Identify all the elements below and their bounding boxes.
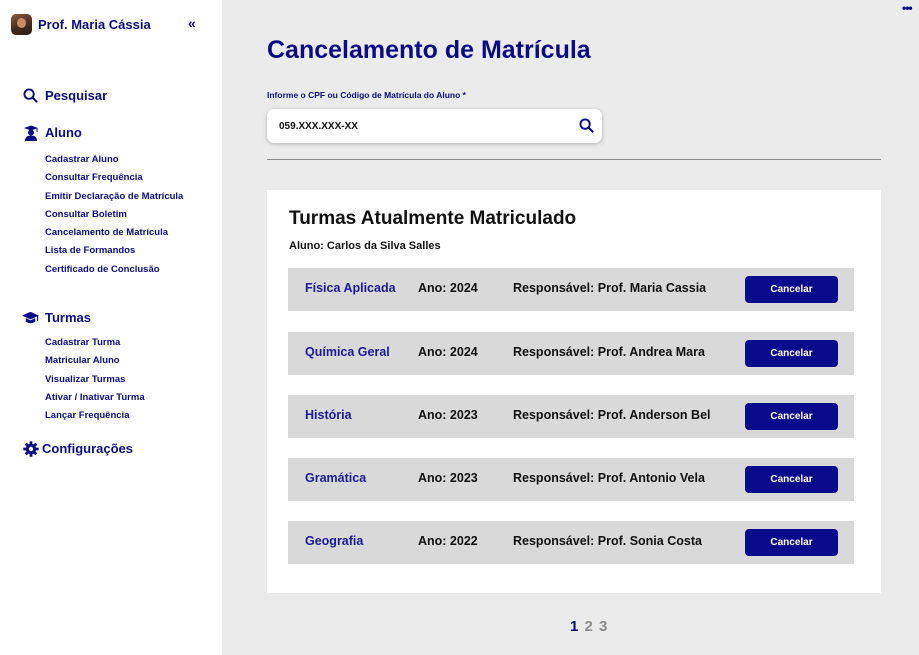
table-row: Química Geral Ano: 2024 Responsável: Pro… (288, 332, 854, 375)
year: Ano: 2023 (418, 471, 478, 485)
year: Ano: 2023 (418, 408, 478, 422)
card-title: Turmas Atualmente Matriculado (289, 208, 577, 229)
subject-name: Química Geral (305, 345, 390, 359)
responsible: Responsável: Prof. Anderson Bel (513, 408, 711, 422)
sidebar-item-turmas[interactable]: Turmas (22, 309, 91, 326)
search-input[interactable] (279, 120, 569, 132)
responsible: Responsável: Prof. Andrea Mara (513, 345, 705, 359)
search-box (267, 109, 602, 143)
submenu-consultar-boletim[interactable]: Consultar Boletim (45, 206, 183, 224)
submenu-cancelamento-matricula[interactable]: Cancelamento de Matrícula (45, 224, 183, 242)
cancel-button[interactable]: Cancelar (745, 276, 838, 303)
year: Ano: 2022 (418, 534, 478, 548)
page-2[interactable]: 2 (585, 618, 593, 635)
submenu-visualizar-turmas[interactable]: Visualizar Turmas (45, 371, 145, 389)
page-3[interactable]: 3 (599, 618, 607, 635)
sidebar-item-pesquisar[interactable]: Pesquisar (22, 87, 107, 104)
subject-name: Gramática (305, 471, 367, 485)
responsible: Responsável: Prof. Maria Cassia (513, 281, 707, 295)
sidebar: Prof. Maria Cássia « Pesquisar Aluno Cad… (0, 0, 222, 655)
submenu-certificado-conclusao[interactable]: Certificado de Conclusão (45, 261, 183, 279)
table-row: Geografia Ano: 2022 Responsável: Prof. S… (288, 521, 854, 564)
student-name: Aluno: Carlos da Silva Salles (289, 240, 441, 252)
cancel-button[interactable]: Cancelar (745, 340, 838, 367)
table-row: Gramática Ano: 2023 Responsável: Prof. A… (288, 458, 854, 501)
sidebar-item-aluno[interactable]: Aluno (22, 124, 82, 141)
submenu-consultar-frequencia[interactable]: Consultar Frequência (45, 169, 183, 187)
subject-name: Física Aplicada (305, 281, 396, 295)
page-title: Cancelamento de Matrícula (267, 36, 591, 64)
year: Ano: 2024 (418, 281, 478, 295)
table-row: História Ano: 2023 Responsável: Prof. An… (288, 395, 854, 438)
sidebar-item-label: Turmas (45, 310, 91, 325)
subject-name: Geografia (305, 534, 364, 548)
submenu-lancar-frequencia[interactable]: Lançar Frequência (45, 407, 145, 425)
profile[interactable]: Prof. Maria Cássia (11, 14, 151, 35)
graduation-cap-icon (22, 309, 39, 326)
pagination: 1 2 3 (570, 618, 609, 635)
submenu-matricular-aluno[interactable]: Matricular Aluno (45, 352, 145, 370)
responsible: Responsável: Prof. Sonia Costa (513, 534, 702, 548)
submenu-ativar-inativar-turma[interactable]: Ativar / Inativar Turma (45, 389, 145, 407)
submenu-emitir-declaracao[interactable]: Emitir Declaração de Matrícula (45, 188, 183, 206)
sidebar-item-configuracoes[interactable]: Configurações (22, 440, 133, 457)
search-icon (22, 87, 39, 104)
more-dots-icon[interactable]: ••• (902, 1, 913, 15)
page-1[interactable]: 1 (570, 618, 578, 635)
cancel-button[interactable]: Cancelar (745, 403, 838, 430)
turmas-submenu: Cadastrar Turma Matricular Aluno Visuali… (45, 334, 145, 425)
responsible: Responsável: Prof. Antonio Vela (513, 471, 705, 485)
avatar (11, 14, 32, 35)
graduate-student-icon (22, 124, 39, 141)
search-icon[interactable] (579, 118, 594, 138)
sidebar-item-label: Configurações (42, 441, 134, 456)
submenu-cadastrar-turma[interactable]: Cadastrar Turma (45, 334, 145, 352)
sidebar-item-label: Aluno (45, 125, 82, 140)
table-row: Física Aplicada Ano: 2024 Responsável: P… (288, 268, 854, 311)
cancel-button[interactable]: Cancelar (745, 466, 838, 493)
gear-icon (22, 440, 39, 457)
submenu-cadastrar-aluno[interactable]: Cadastrar Aluno (45, 151, 183, 169)
collapse-sidebar-button[interactable]: « (188, 15, 196, 31)
aluno-submenu: Cadastrar Aluno Consultar Frequência Emi… (45, 151, 183, 279)
divider (267, 159, 881, 160)
subject-name: História (305, 408, 352, 422)
search-field-label: Informe o CPF ou Código de Matrícula do … (267, 90, 466, 100)
year: Ano: 2024 (418, 345, 478, 359)
enrolled-classes-card: Turmas Atualmente Matriculado Aluno: Car… (267, 190, 881, 593)
sidebar-item-label: Pesquisar (45, 88, 108, 103)
cancel-button[interactable]: Cancelar (745, 529, 838, 556)
submenu-lista-formandos[interactable]: Lista de Formandos (45, 242, 183, 260)
profile-name: Prof. Maria Cássia (38, 17, 151, 32)
